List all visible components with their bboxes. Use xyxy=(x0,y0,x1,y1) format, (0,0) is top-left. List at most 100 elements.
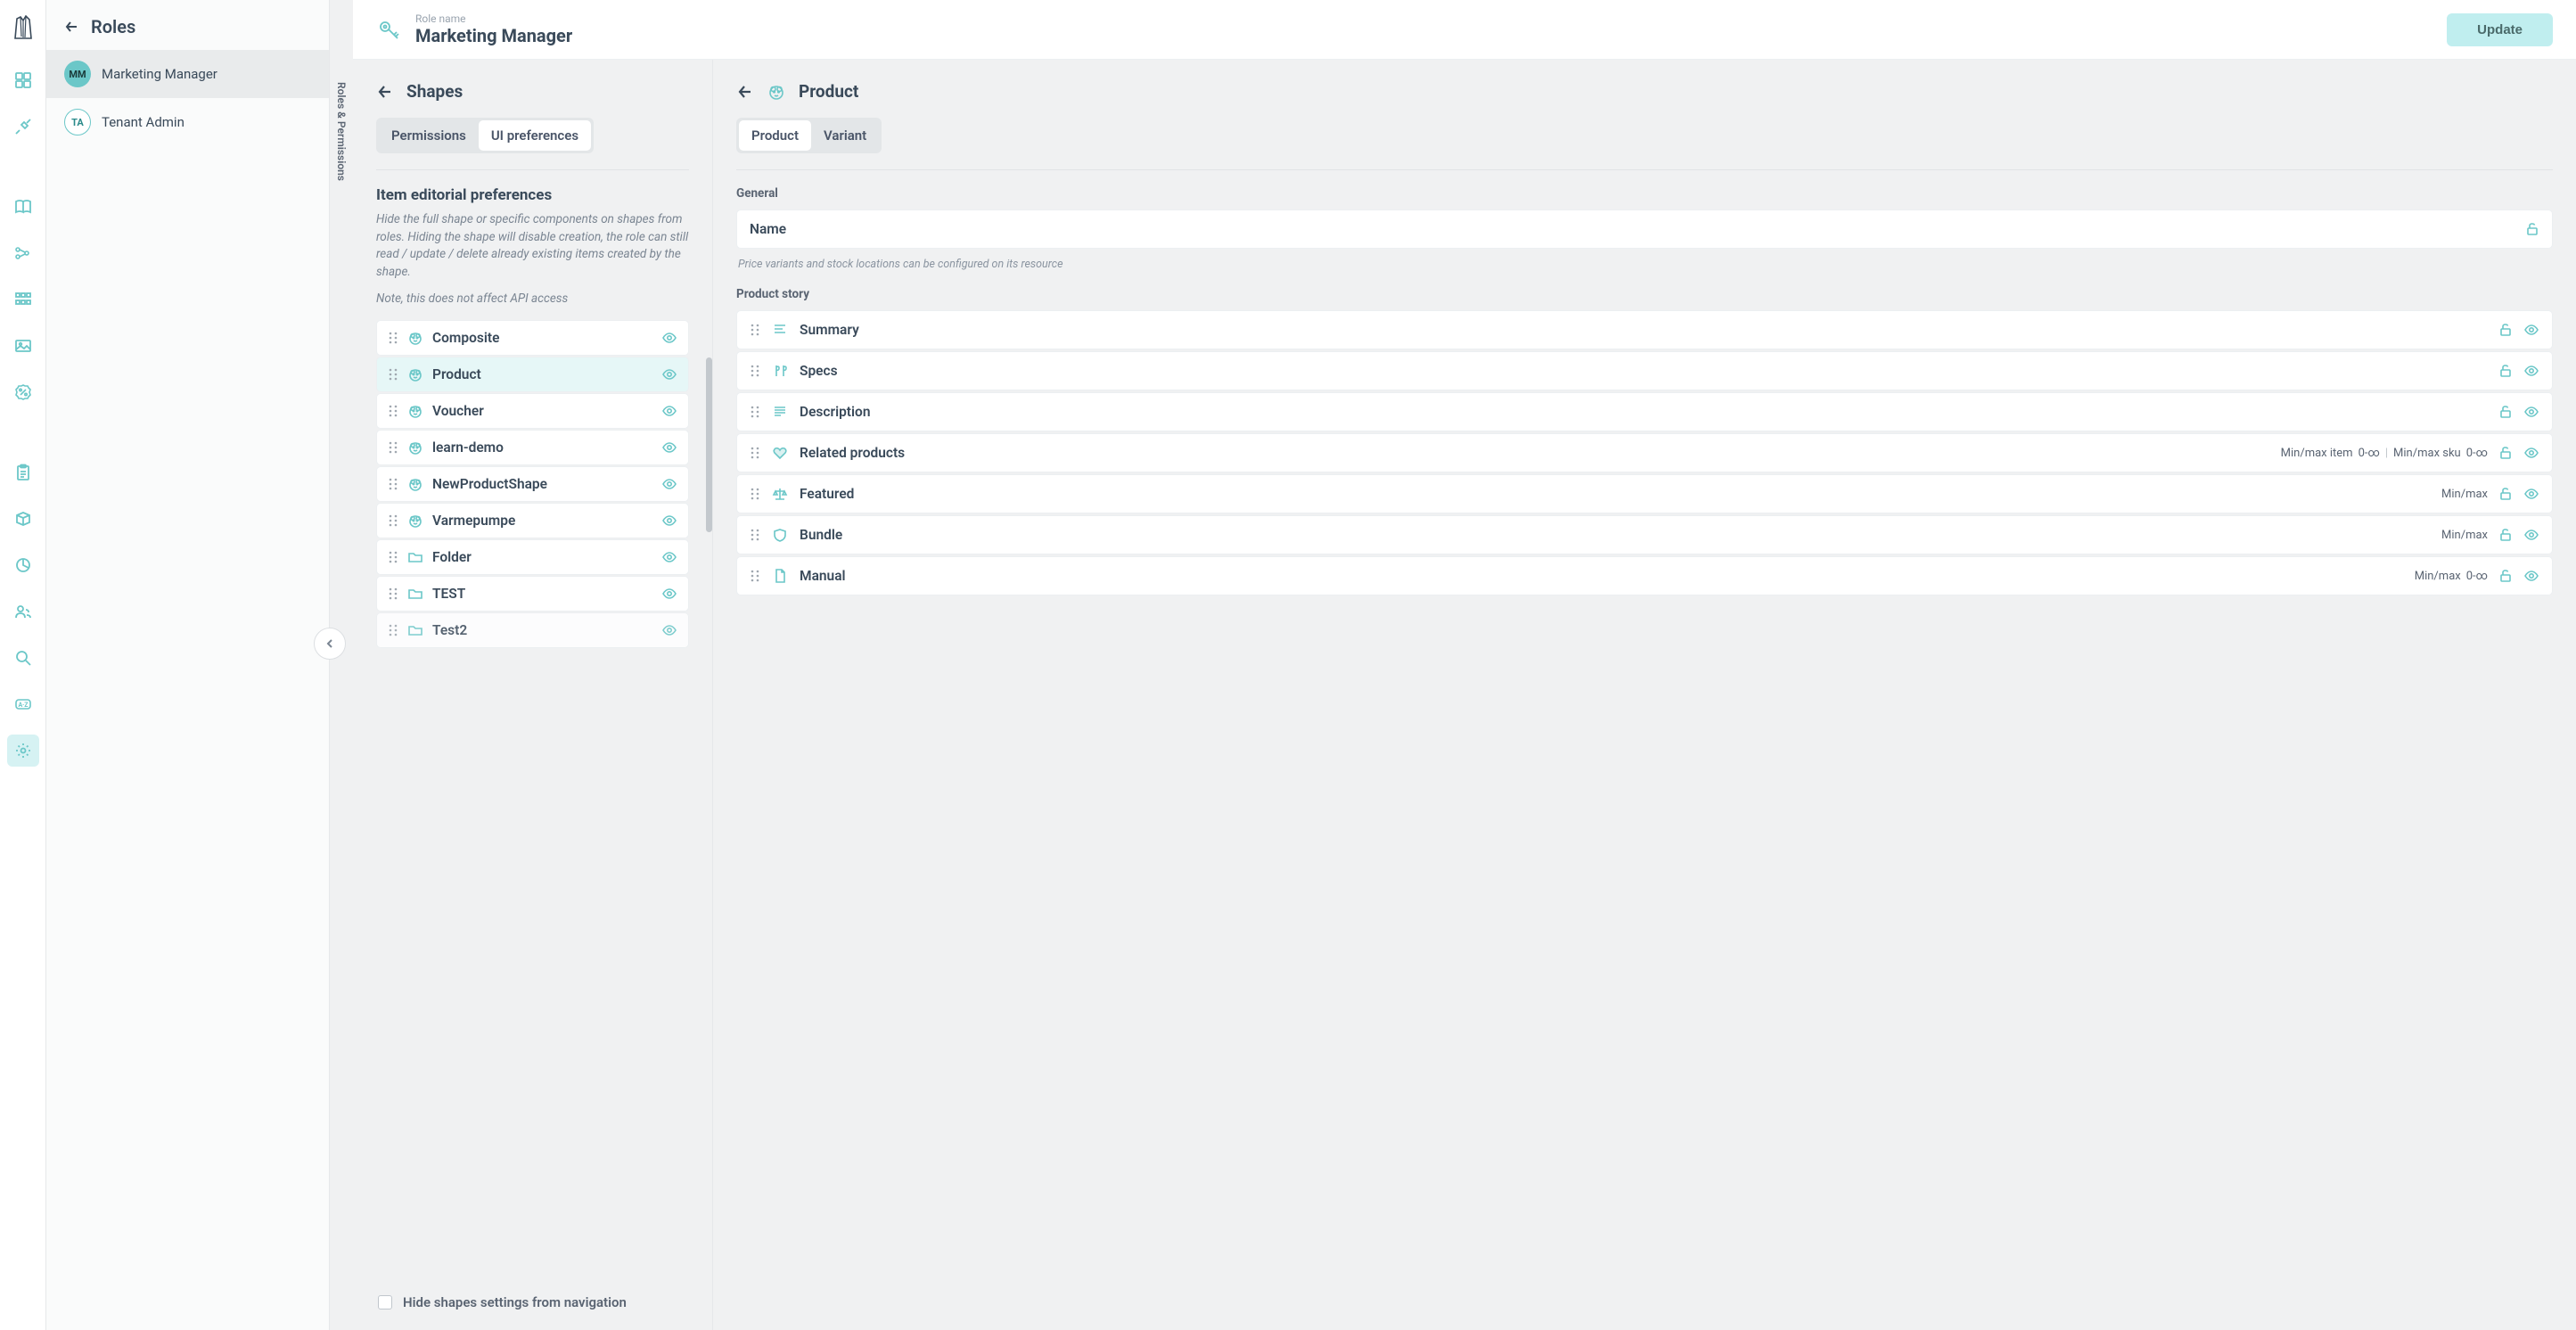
shape-row[interactable]: Composite xyxy=(376,320,689,356)
visibility-icon[interactable] xyxy=(2523,445,2539,461)
fade-gradient xyxy=(376,1237,684,1280)
hint-text: Price variants and stock locations can b… xyxy=(738,258,2553,271)
tab-permissions[interactable]: Permissions xyxy=(379,120,479,151)
shape-name: Varmepumpe xyxy=(432,513,652,529)
back-arrow-icon[interactable] xyxy=(64,19,80,35)
drag-handle-icon[interactable] xyxy=(388,404,398,418)
visibility-icon[interactable] xyxy=(661,549,677,565)
visibility-icon[interactable] xyxy=(2523,527,2539,543)
field-name[interactable]: Name xyxy=(736,209,2553,249)
lock-open-icon[interactable] xyxy=(2498,528,2513,542)
rail-graph-icon[interactable] xyxy=(7,237,39,269)
visibility-icon[interactable] xyxy=(661,586,677,602)
shape-row[interactable]: Product xyxy=(376,357,689,392)
visibility-icon[interactable] xyxy=(2523,486,2539,502)
icon-rail: A·Z xyxy=(0,0,46,1330)
tab-variant[interactable]: Variant xyxy=(811,120,879,151)
drag-handle-icon[interactable] xyxy=(750,487,760,501)
tab-ui-preferences[interactable]: UI preferences xyxy=(479,120,591,151)
component-row[interactable]: Specs xyxy=(736,351,2553,390)
component-row[interactable]: ManualMin/max0-∞ xyxy=(736,556,2553,595)
rail-box-icon[interactable] xyxy=(7,503,39,535)
shape-name: Folder xyxy=(432,549,652,565)
drag-handle-icon[interactable] xyxy=(388,367,398,382)
update-button[interactable]: Update xyxy=(2447,13,2553,46)
rail-plug-icon[interactable] xyxy=(7,111,39,143)
lock-open-icon[interactable] xyxy=(2498,405,2513,419)
text-icon xyxy=(771,322,789,338)
component-row[interactable]: Related productsMin/max item0-∞|Min/max … xyxy=(736,433,2553,472)
lock-open-icon[interactable] xyxy=(2498,364,2513,378)
key-icon xyxy=(376,16,403,43)
visibility-icon[interactable] xyxy=(661,513,677,529)
hide-shapes-checkbox-row[interactable]: Hide shapes settings from navigation xyxy=(376,1280,689,1321)
drag-handle-icon[interactable] xyxy=(750,528,760,542)
shape-row[interactable]: Test2 xyxy=(376,612,689,648)
visibility-icon[interactable] xyxy=(661,403,677,419)
drag-handle-icon[interactable] xyxy=(750,446,760,460)
rail-grid-icon[interactable] xyxy=(7,283,39,316)
role-item-label: Marketing Manager xyxy=(102,66,217,82)
tab-product[interactable]: Product xyxy=(739,120,811,151)
drag-handle-icon[interactable] xyxy=(388,331,398,345)
specs-icon xyxy=(771,363,789,379)
shape-row[interactable]: Varmepumpe xyxy=(376,503,689,538)
lock-open-icon[interactable] xyxy=(2525,222,2539,236)
visibility-icon[interactable] xyxy=(2523,322,2539,338)
back-arrow-icon[interactable] xyxy=(376,83,394,101)
component-row[interactable]: BundleMin/max xyxy=(736,515,2553,554)
rail-users-icon[interactable] xyxy=(7,595,39,628)
shape-row[interactable]: Folder xyxy=(376,539,689,575)
drag-handle-icon[interactable] xyxy=(750,323,760,337)
app-logo-icon[interactable] xyxy=(7,12,39,45)
collapse-handle[interactable] xyxy=(314,628,346,660)
lock-open-icon[interactable] xyxy=(2498,323,2513,337)
visibility-icon[interactable] xyxy=(661,622,677,638)
visibility-icon[interactable] xyxy=(2523,363,2539,379)
visibility-icon[interactable] xyxy=(661,330,677,346)
shape-row[interactable]: learn-demo xyxy=(376,430,689,465)
component-row[interactable]: FeaturedMin/max xyxy=(736,474,2553,513)
svg-text:A·Z: A·Z xyxy=(18,702,29,709)
rail-percent-icon[interactable] xyxy=(7,376,39,408)
drag-handle-icon[interactable] xyxy=(388,550,398,564)
rail-clipboard-icon[interactable] xyxy=(7,456,39,488)
component-row[interactable]: Description xyxy=(736,392,2553,431)
drag-handle-icon[interactable] xyxy=(388,623,398,637)
shape-row[interactable]: TEST xyxy=(376,576,689,612)
visibility-icon[interactable] xyxy=(2523,404,2539,420)
rail-book-icon[interactable] xyxy=(7,191,39,223)
lock-open-icon[interactable] xyxy=(2498,569,2513,583)
rail-image-icon[interactable] xyxy=(7,330,39,362)
scrollbar[interactable] xyxy=(706,357,712,532)
main: Role name Marketing Manager Update Shape… xyxy=(353,0,2576,1330)
drag-handle-icon[interactable] xyxy=(750,364,760,378)
rail-dashboard-icon[interactable] xyxy=(7,64,39,96)
shape-row[interactable]: Voucher xyxy=(376,393,689,429)
role-item-tenant-admin[interactable]: TA Tenant Admin xyxy=(46,98,329,146)
component-row[interactable]: Summary xyxy=(736,310,2553,349)
rail-pie-icon[interactable] xyxy=(7,549,39,581)
visibility-icon[interactable] xyxy=(661,366,677,382)
roles-sidebar: Roles MM Marketing Manager TA Tenant Adm… xyxy=(46,0,330,1330)
lock-open-icon[interactable] xyxy=(2498,446,2513,460)
hide-shapes-checkbox[interactable] xyxy=(378,1295,392,1309)
shape-row[interactable]: NewProductShape xyxy=(376,466,689,502)
rail-az-icon[interactable]: A·Z xyxy=(7,688,39,720)
drag-handle-icon[interactable] xyxy=(750,569,760,583)
back-arrow-icon[interactable] xyxy=(736,83,754,101)
drag-handle-icon[interactable] xyxy=(388,513,398,528)
visibility-icon[interactable] xyxy=(661,476,677,492)
drag-handle-icon[interactable] xyxy=(750,405,760,419)
visibility-icon[interactable] xyxy=(2523,568,2539,584)
lock-open-icon[interactable] xyxy=(2498,487,2513,501)
roles-title: Roles xyxy=(91,16,135,37)
drag-handle-icon[interactable] xyxy=(388,477,398,491)
drag-handle-icon[interactable] xyxy=(388,440,398,455)
role-item-marketing-manager[interactable]: MM Marketing Manager xyxy=(46,50,329,98)
rail-search-icon[interactable] xyxy=(7,642,39,674)
visibility-icon[interactable] xyxy=(661,439,677,456)
file-icon xyxy=(771,568,789,584)
drag-handle-icon[interactable] xyxy=(388,587,398,601)
rail-settings-icon[interactable] xyxy=(7,735,39,767)
